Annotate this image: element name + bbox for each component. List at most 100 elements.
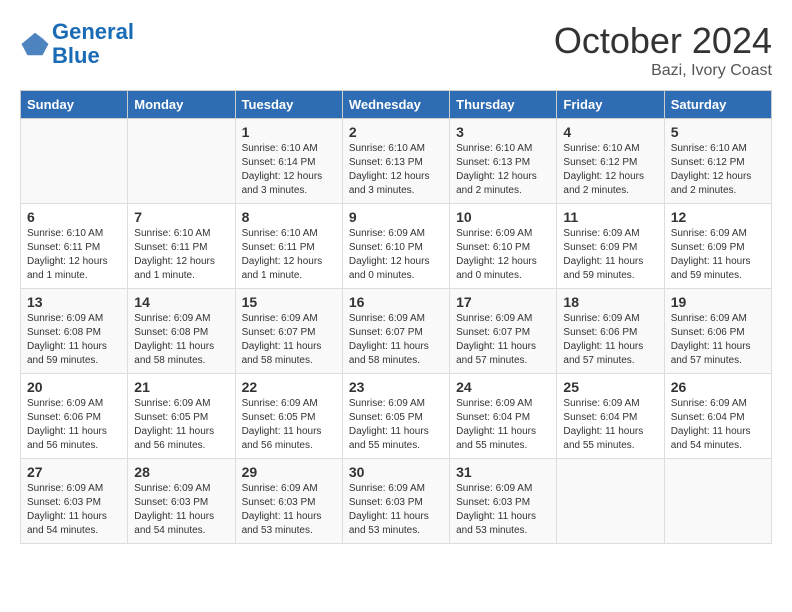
day-number: 20 (27, 379, 121, 395)
logo-icon (20, 29, 50, 59)
calendar-body: 1 Sunrise: 6:10 AM Sunset: 6:14 PM Daylig… (21, 119, 772, 544)
calendar-cell: 14 Sunrise: 6:09 AM Sunset: 6:08 PM Dayli… (128, 289, 235, 374)
day-number: 6 (27, 209, 121, 225)
header-cell-tuesday: Tuesday (235, 91, 342, 119)
calendar-cell: 12 Sunrise: 6:09 AM Sunset: 6:09 PM Dayli… (664, 204, 771, 289)
day-number: 22 (242, 379, 336, 395)
calendar-cell (557, 459, 664, 544)
day-number: 25 (563, 379, 657, 395)
calendar-week-1: 1 Sunrise: 6:10 AM Sunset: 6:14 PM Daylig… (21, 119, 772, 204)
day-info: Sunrise: 6:10 AM Sunset: 6:13 PM Dayligh… (456, 142, 550, 198)
day-number: 26 (671, 379, 765, 395)
calendar-cell: 10 Sunrise: 6:09 AM Sunset: 6:10 PM Dayli… (450, 204, 557, 289)
header-cell-friday: Friday (557, 91, 664, 119)
day-number: 7 (134, 209, 228, 225)
day-number: 4 (563, 124, 657, 140)
calendar-week-2: 6 Sunrise: 6:10 AM Sunset: 6:11 PM Daylig… (21, 204, 772, 289)
calendar-cell: 2 Sunrise: 6:10 AM Sunset: 6:13 PM Daylig… (342, 119, 449, 204)
calendar-cell: 22Sunrise: 6:09 AM Sunset: 6:05 PM Dayli… (235, 374, 342, 459)
header-cell-thursday: Thursday (450, 91, 557, 119)
day-info: Sunrise: 6:09 AM Sunset: 6:07 PM Dayligh… (349, 312, 443, 368)
calendar-week-3: 13 Sunrise: 6:09 AM Sunset: 6:08 PM Dayli… (21, 289, 772, 374)
calendar-cell: 24Sunrise: 6:09 AM Sunset: 6:04 PM Dayli… (450, 374, 557, 459)
calendar-header: SundayMondayTuesdayWednesdayThursdayFrid… (21, 91, 772, 119)
calendar-cell: 3 Sunrise: 6:10 AM Sunset: 6:13 PM Daylig… (450, 119, 557, 204)
day-info: Sunrise: 6:09 AM Sunset: 6:05 PM Dayligh… (349, 397, 443, 453)
title-block: October 2024 Bazi, Ivory Coast (554, 20, 772, 80)
day-number: 31 (456, 464, 550, 480)
day-info: Sunrise: 6:09 AM Sunset: 6:04 PM Dayligh… (563, 397, 657, 453)
day-number: 17 (456, 294, 550, 310)
calendar-cell: 11Sunrise: 6:09 AM Sunset: 6:09 PM Dayli… (557, 204, 664, 289)
calendar-cell: 9 Sunrise: 6:09 AM Sunset: 6:10 PM Daylig… (342, 204, 449, 289)
calendar-cell: 1 Sunrise: 6:10 AM Sunset: 6:14 PM Daylig… (235, 119, 342, 204)
calendar-cell: 21Sunrise: 6:09 AM Sunset: 6:05 PM Dayli… (128, 374, 235, 459)
day-info: Sunrise: 6:09 AM Sunset: 6:09 PM Dayligh… (671, 227, 765, 283)
day-number: 18 (563, 294, 657, 310)
day-number: 1 (242, 124, 336, 140)
calendar-cell: 23Sunrise: 6:09 AM Sunset: 6:05 PM Dayli… (342, 374, 449, 459)
day-number: 27 (27, 464, 121, 480)
day-info: Sunrise: 6:10 AM Sunset: 6:13 PM Dayligh… (349, 142, 443, 198)
day-number: 29 (242, 464, 336, 480)
day-info: Sunrise: 6:09 AM Sunset: 6:10 PM Dayligh… (456, 227, 550, 283)
day-number: 21 (134, 379, 228, 395)
day-info: Sunrise: 6:09 AM Sunset: 6:06 PM Dayligh… (563, 312, 657, 368)
day-info: Sunrise: 6:09 AM Sunset: 6:06 PM Dayligh… (671, 312, 765, 368)
calendar-cell: 15 Sunrise: 6:09 AM Sunset: 6:07 PM Dayli… (235, 289, 342, 374)
calendar-week-4: 20 Sunrise: 6:09 AM Sunset: 6:06 PM Dayli… (21, 374, 772, 459)
page-subtitle: Bazi, Ivory Coast (554, 62, 772, 80)
calendar-cell: 6 Sunrise: 6:10 AM Sunset: 6:11 PM Daylig… (21, 204, 128, 289)
calendar-table: SundayMondayTuesdayWednesdayThursdayFrid… (20, 90, 772, 544)
day-number: 19 (671, 294, 765, 310)
calendar-cell (664, 459, 771, 544)
calendar-cell: 16 Sunrise: 6:09 AM Sunset: 6:07 PM Dayli… (342, 289, 449, 374)
calendar-cell: 13 Sunrise: 6:09 AM Sunset: 6:08 PM Dayli… (21, 289, 128, 374)
logo-text: General Blue (52, 20, 134, 68)
day-info: Sunrise: 6:09 AM Sunset: 6:07 PM Dayligh… (242, 312, 336, 368)
day-number: 16 (349, 294, 443, 310)
header-row: SundayMondayTuesdayWednesdayThursdayFrid… (21, 91, 772, 119)
calendar-cell: 31 Sunrise: 6:09 AM Sunset: 6:03 PM Dayli… (450, 459, 557, 544)
calendar-cell: 25 Sunrise: 6:09 AM Sunset: 6:04 PM Dayli… (557, 374, 664, 459)
day-info: Sunrise: 6:10 AM Sunset: 6:14 PM Dayligh… (242, 142, 336, 198)
calendar-cell: 30Sunrise: 6:09 AM Sunset: 6:03 PM Dayli… (342, 459, 449, 544)
day-info: Sunrise: 6:10 AM Sunset: 6:11 PM Dayligh… (27, 227, 121, 283)
day-info: Sunrise: 6:09 AM Sunset: 6:03 PM Dayligh… (242, 482, 336, 538)
day-number: 14 (134, 294, 228, 310)
day-number: 13 (27, 294, 121, 310)
day-number: 12 (671, 209, 765, 225)
calendar-cell: 5Sunrise: 6:10 AM Sunset: 6:12 PM Daylig… (664, 119, 771, 204)
logo: General Blue (20, 20, 134, 68)
day-info: Sunrise: 6:10 AM Sunset: 6:12 PM Dayligh… (563, 142, 657, 198)
day-number: 2 (349, 124, 443, 140)
day-info: Sunrise: 6:10 AM Sunset: 6:12 PM Dayligh… (671, 142, 765, 198)
calendar-cell (128, 119, 235, 204)
day-number: 10 (456, 209, 550, 225)
day-info: Sunrise: 6:09 AM Sunset: 6:10 PM Dayligh… (349, 227, 443, 283)
day-info: Sunrise: 6:09 AM Sunset: 6:04 PM Dayligh… (671, 397, 765, 453)
calendar-cell: 18 Sunrise: 6:09 AM Sunset: 6:06 PM Dayli… (557, 289, 664, 374)
calendar-cell: 4 Sunrise: 6:10 AM Sunset: 6:12 PM Daylig… (557, 119, 664, 204)
calendar-cell: 27 Sunrise: 6:09 AM Sunset: 6:03 PM Dayli… (21, 459, 128, 544)
day-number: 9 (349, 209, 443, 225)
header-cell-sunday: Sunday (21, 91, 128, 119)
header-cell-saturday: Saturday (664, 91, 771, 119)
day-info: Sunrise: 6:09 AM Sunset: 6:06 PM Dayligh… (27, 397, 121, 453)
calendar-cell: 7 Sunrise: 6:10 AM Sunset: 6:11 PM Daylig… (128, 204, 235, 289)
calendar-cell: 28Sunrise: 6:09 AM Sunset: 6:03 PM Dayli… (128, 459, 235, 544)
day-info: Sunrise: 6:09 AM Sunset: 6:03 PM Dayligh… (456, 482, 550, 538)
calendar-cell: 19 Sunrise: 6:09 AM Sunset: 6:06 PM Dayli… (664, 289, 771, 374)
header-cell-monday: Monday (128, 91, 235, 119)
day-info: Sunrise: 6:09 AM Sunset: 6:08 PM Dayligh… (27, 312, 121, 368)
day-number: 15 (242, 294, 336, 310)
day-info: Sunrise: 6:09 AM Sunset: 6:03 PM Dayligh… (27, 482, 121, 538)
day-info: Sunrise: 6:09 AM Sunset: 6:03 PM Dayligh… (349, 482, 443, 538)
day-info: Sunrise: 6:10 AM Sunset: 6:11 PM Dayligh… (134, 227, 228, 283)
calendar-cell: 29 Sunrise: 6:09 AM Sunset: 6:03 PM Dayli… (235, 459, 342, 544)
day-number: 11 (563, 209, 657, 225)
day-number: 3 (456, 124, 550, 140)
day-info: Sunrise: 6:09 AM Sunset: 6:08 PM Dayligh… (134, 312, 228, 368)
calendar-cell: 26 Sunrise: 6:09 AM Sunset: 6:04 PM Dayli… (664, 374, 771, 459)
day-info: Sunrise: 6:09 AM Sunset: 6:04 PM Dayligh… (456, 397, 550, 453)
